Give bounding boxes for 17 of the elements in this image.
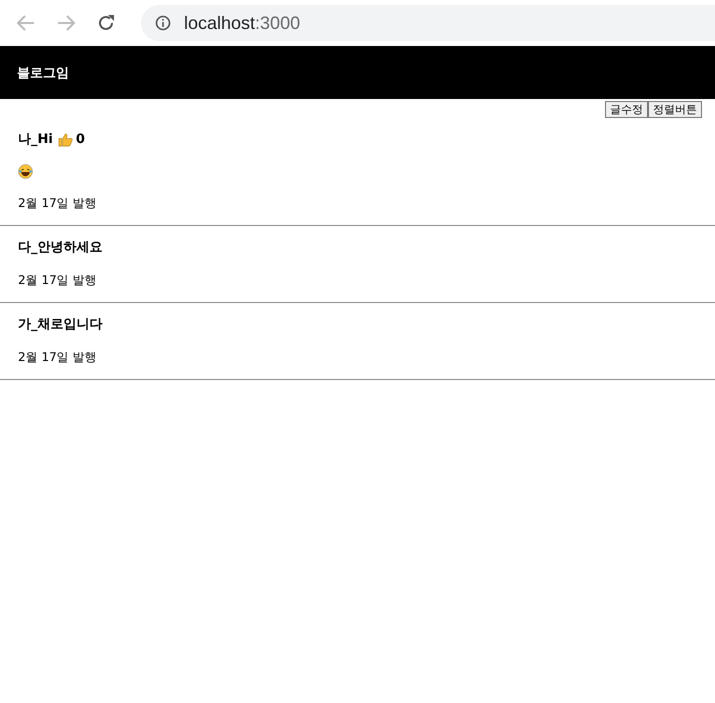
url-text: localhost:3000 [184, 12, 300, 34]
like-count: 0 [76, 132, 85, 146]
blog-title: 블로그임 [17, 64, 69, 82]
post-title: 가_채로입니다 [18, 316, 102, 333]
forward-icon[interactable] [57, 15, 75, 31]
action-button[interactable]: 글수정 [605, 101, 648, 118]
address-bar[interactable]: localhost:3000 [141, 5, 715, 41]
action-button[interactable]: 정렬버튼 [648, 101, 702, 118]
post-title: 다_안녕하세요 [18, 239, 102, 256]
post-date: 2월 17일 발행 [18, 349, 97, 366]
post-date: 2월 17일 발행 [18, 195, 97, 212]
thumbs-up-icon[interactable] [58, 132, 73, 146]
post-title: 나_Hi [18, 131, 53, 148]
info-icon[interactable] [155, 15, 171, 31]
post-date: 2월 17일 발행 [18, 272, 97, 289]
back-icon[interactable] [17, 15, 35, 31]
reload-icon[interactable] [97, 14, 115, 32]
